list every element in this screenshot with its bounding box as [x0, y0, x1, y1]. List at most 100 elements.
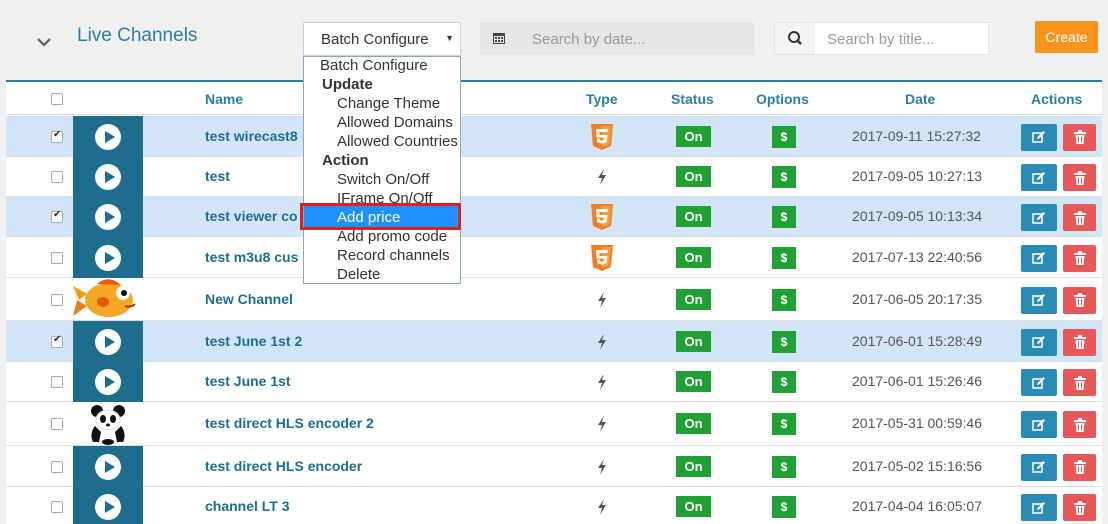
video-thumbnail[interactable]	[73, 446, 143, 487]
price-option-button[interactable]: $	[772, 330, 796, 353]
row-checkbox[interactable]	[51, 460, 63, 473]
video-thumbnail[interactable]	[73, 157, 143, 197]
delete-button[interactable]	[1063, 164, 1096, 191]
play-icon[interactable]	[95, 494, 121, 520]
menu-item[interactable]: Switch On/Off	[337, 171, 429, 188]
price-option-button[interactable]: $	[772, 288, 796, 311]
table-row[interactable]: test viewer co On $ 2017-09-05 10:13:34	[6, 197, 1102, 237]
delete-button[interactable]	[1063, 369, 1096, 396]
price-option-button[interactable]: $	[772, 125, 796, 148]
price-option-button[interactable]: $	[772, 496, 796, 518]
delete-button[interactable]	[1063, 286, 1096, 314]
price-option-button[interactable]: $	[772, 455, 796, 478]
edit-button[interactable]	[1021, 494, 1057, 521]
video-thumbnail[interactable]	[73, 237, 143, 278]
status-badge[interactable]: On	[676, 455, 711, 477]
delete-button[interactable]	[1063, 328, 1096, 356]
column-date[interactable]: Date	[905, 91, 935, 107]
menu-item[interactable]: Delete	[337, 266, 380, 283]
table-row[interactable]: test direct HLS encoder On $ 2017-05-02 …	[6, 446, 1102, 487]
row-checkbox[interactable]	[51, 251, 63, 264]
status-badge[interactable]: On	[676, 166, 711, 187]
menu-item[interactable]: Allowed Domains	[337, 114, 453, 131]
row-checkbox[interactable]	[51, 334, 63, 348]
status-badge[interactable]: On	[676, 413, 711, 434]
play-icon[interactable]	[95, 328, 121, 355]
edit-button[interactable]	[1021, 286, 1057, 314]
edit-button[interactable]	[1021, 123, 1057, 151]
edit-button[interactable]	[1021, 244, 1057, 272]
create-button[interactable]: Create	[1035, 21, 1098, 53]
menu-item[interactable]: Batch Configure	[320, 57, 428, 74]
video-thumbnail[interactable]	[73, 197, 143, 237]
table-row[interactable]: test June 1st 2 On $ 2017-06-01 15:28:49	[6, 321, 1102, 362]
delete-button[interactable]	[1063, 123, 1096, 151]
row-checkbox[interactable]	[51, 501, 63, 513]
edit-button[interactable]	[1021, 411, 1057, 438]
table-row[interactable]: channel LT 3 On $ 2017-04-04 16:05:07	[6, 487, 1102, 524]
table-row[interactable]: test direct HLS encoder 2 On $ 2017-05-3…	[6, 402, 1102, 446]
row-checkbox[interactable]	[51, 209, 63, 223]
status-badge[interactable]: On	[676, 206, 711, 227]
edit-button[interactable]	[1021, 369, 1057, 396]
delete-button[interactable]	[1063, 411, 1096, 438]
delete-button[interactable]	[1063, 204, 1096, 231]
play-icon[interactable]	[95, 164, 121, 190]
chevron-down-icon[interactable]	[32, 30, 56, 54]
panda-thumbnail[interactable]	[73, 402, 143, 446]
price-option-button[interactable]: $	[772, 166, 796, 188]
delete-button[interactable]	[1063, 453, 1096, 481]
edit-button[interactable]	[1021, 204, 1057, 231]
search-icon[interactable]	[775, 23, 815, 54]
title-search-field[interactable]: Search by title...	[774, 22, 989, 55]
edit-button[interactable]	[1021, 164, 1057, 191]
channel-name[interactable]: test wirecast8	[205, 128, 298, 144]
row-checkbox[interactable]	[51, 293, 63, 306]
play-icon[interactable]	[95, 453, 121, 480]
channel-name[interactable]: test direct HLS encoder 2	[205, 415, 374, 431]
channel-name[interactable]: test m3u8 cus	[205, 249, 298, 265]
price-option-button[interactable]: $	[772, 246, 796, 269]
table-row[interactable]: test m3u8 cus On $ 2017-07-13 22:40:56	[6, 237, 1102, 278]
delete-button[interactable]	[1063, 244, 1096, 272]
column-options[interactable]: Options	[756, 91, 809, 107]
row-checkbox[interactable]	[51, 376, 63, 388]
batch-configure-select[interactable]: Batch Configure ▼	[303, 22, 461, 56]
play-icon[interactable]	[95, 369, 121, 395]
channel-name[interactable]: test direct HLS encoder	[205, 458, 362, 474]
status-badge[interactable]: On	[676, 125, 711, 147]
select-all-checkbox[interactable]	[51, 93, 63, 105]
table-row[interactable]: test June 1st On $ 2017-06-01 15:26:46	[6, 362, 1102, 402]
date-search-field[interactable]: Search by date...	[480, 22, 754, 55]
table-row[interactable]: test On $ 2017-09-05 10:27:13	[6, 157, 1102, 197]
row-checkbox[interactable]	[51, 129, 63, 143]
status-badge[interactable]: On	[676, 371, 711, 392]
video-thumbnail[interactable]	[73, 487, 143, 524]
menu-item[interactable]: Record channels	[337, 247, 450, 264]
price-option-button[interactable]: $	[772, 413, 796, 435]
row-checkbox[interactable]	[51, 171, 63, 183]
channel-name[interactable]: test June 1st	[205, 373, 291, 389]
edit-button[interactable]	[1021, 453, 1057, 481]
video-thumbnail[interactable]	[73, 116, 143, 157]
menu-item[interactable]: Allowed Countries	[337, 133, 458, 150]
price-option-button[interactable]: $	[772, 206, 796, 228]
column-type[interactable]: Type	[586, 91, 618, 107]
video-thumbnail[interactable]	[73, 362, 143, 402]
channel-name[interactable]: channel LT 3	[205, 498, 290, 514]
table-row[interactable]: test wirecast8 On $ 2017-09-11 15:27:32	[6, 116, 1102, 157]
menu-item[interactable]: Add promo code	[337, 228, 447, 245]
channel-name[interactable]: test June 1st 2	[205, 333, 302, 349]
play-icon[interactable]	[95, 123, 121, 150]
status-badge[interactable]: On	[676, 330, 711, 352]
channel-name[interactable]: test	[205, 168, 230, 184]
channel-name[interactable]: test viewer co	[205, 208, 298, 224]
play-icon[interactable]	[95, 244, 121, 271]
price-option-button[interactable]: $	[772, 371, 796, 393]
row-checkbox[interactable]	[51, 418, 63, 430]
table-row[interactable]: New Channel On $ 2017-06-05 20:17:35	[6, 278, 1102, 321]
channel-name[interactable]: New Channel	[205, 291, 293, 307]
status-badge[interactable]: On	[676, 288, 711, 310]
column-name[interactable]: Name	[205, 91, 243, 107]
status-badge[interactable]: On	[676, 496, 711, 517]
